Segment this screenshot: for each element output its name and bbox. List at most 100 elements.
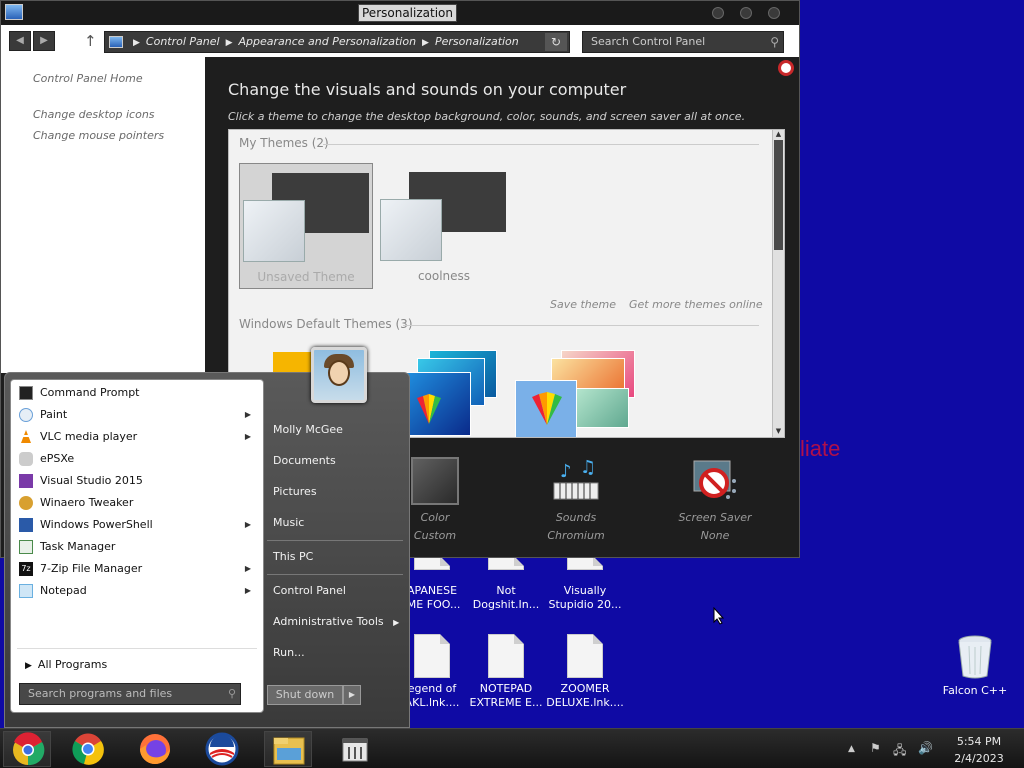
user-avatar[interactable] xyxy=(311,347,367,403)
action-center-flag-icon[interactable]: ⚑ xyxy=(870,741,881,755)
close-help-icon[interactable] xyxy=(778,60,794,76)
start-right-music[interactable]: Music xyxy=(273,516,304,529)
screensaver-setting[interactable]: Screen Saver None xyxy=(655,457,775,545)
control-panel-icon xyxy=(342,738,368,762)
start-right-documents[interactable]: Documents xyxy=(273,454,336,467)
screensaver-value: None xyxy=(700,529,730,542)
breadcrumb-item[interactable]: Appearance and Personalization xyxy=(239,35,417,48)
screensaver-label: Screen Saver xyxy=(678,511,752,524)
taskbar-file-explorer[interactable] xyxy=(264,731,312,767)
get-more-themes-link[interactable]: Get more themes online xyxy=(629,298,763,311)
svg-text:♫: ♫ xyxy=(580,457,596,478)
start-right-run[interactable]: Run... xyxy=(273,646,305,659)
notepad-icon xyxy=(19,584,33,598)
title-bar[interactable]: Personalization xyxy=(1,1,799,25)
theme-coolness[interactable]: coolness xyxy=(377,163,511,289)
minimize-button[interactable] xyxy=(712,7,724,19)
shutdown-options-arrow[interactable]: ▶ xyxy=(343,685,361,705)
start-right-user[interactable]: Molly McGee xyxy=(273,423,343,436)
submenu-arrow-icon: ▶ xyxy=(244,410,251,419)
search-control-panel-input[interactable]: Search Control Panel ⚲ xyxy=(582,31,784,53)
desktop-icon-file[interactable]: ZOOMER DELUXE.lnk.... xyxy=(545,634,625,710)
desktop-icon-file[interactable]: Visually Stupidio 20... xyxy=(545,556,625,612)
file-icon xyxy=(488,556,524,570)
taskbar-start-button[interactable] xyxy=(3,731,51,767)
start-item-winaero-tweaker[interactable]: Winaero Tweaker xyxy=(15,493,259,513)
taskbar-clock[interactable]: 5:54 PM 2/4/2023 xyxy=(946,733,1012,767)
control-panel-icon xyxy=(109,36,123,48)
start-item-visual-studio[interactable]: Visual Studio 2015 xyxy=(15,471,259,491)
forward-button[interactable]: ▶ xyxy=(33,31,55,51)
search-icon[interactable]: ⚲ xyxy=(770,35,779,49)
taskbar-obama[interactable] xyxy=(198,731,246,767)
7zip-icon: 7z xyxy=(19,562,33,576)
start-item-powershell[interactable]: Windows PowerShell ▶ xyxy=(15,515,259,535)
theme-windows-10[interactable] xyxy=(399,348,499,437)
file-icon xyxy=(414,634,450,678)
refresh-icon[interactable]: ↻ xyxy=(545,33,567,51)
change-mouse-pointers-link[interactable]: Change mouse pointers xyxy=(33,129,164,142)
back-button[interactable]: ◀ xyxy=(9,31,31,51)
page-title: Change the visuals and sounds on your co… xyxy=(228,80,627,99)
start-right-administrative-tools[interactable]: Administrative Tools ▶ xyxy=(273,615,399,628)
start-item-task-manager[interactable]: Task Manager xyxy=(15,537,259,557)
theme-flowers[interactable] xyxy=(515,348,645,437)
start-right-pictures[interactable]: Pictures xyxy=(273,485,317,498)
start-item-7zip[interactable]: 7z 7-Zip File Manager ▶ xyxy=(15,559,259,579)
start-item-command-prompt[interactable]: Command Prompt xyxy=(15,383,259,403)
start-item-label: Command Prompt xyxy=(40,386,140,399)
start-item-vlc[interactable]: VLC media player ▶ xyxy=(15,427,259,447)
breadcrumb[interactable]: ▶ Control Panel ▶ Appearance and Personaliz… xyxy=(104,31,570,53)
start-item-epsxe[interactable]: ePSXe xyxy=(15,449,259,469)
volume-icon[interactable]: 🔊 xyxy=(918,741,933,755)
start-item-label: Windows PowerShell xyxy=(40,518,153,531)
powershell-icon xyxy=(19,518,33,532)
start-right-control-panel[interactable]: Control Panel xyxy=(273,584,346,597)
start-item-label: ePSXe xyxy=(40,452,75,465)
breadcrumb-item[interactable]: Control Panel xyxy=(146,35,220,48)
scroll-up-arrow[interactable]: ▲ xyxy=(773,130,784,140)
theme-name: Unsaved Theme xyxy=(257,270,355,284)
all-programs-label: All Programs xyxy=(37,658,108,671)
sounds-icon: ♪ ♫ xyxy=(553,457,599,500)
close-button[interactable] xyxy=(768,7,780,19)
theme-name: coolness xyxy=(417,269,471,283)
all-programs-button[interactable]: ▶ All Programs xyxy=(25,658,107,671)
up-arrow-icon[interactable]: ↑ xyxy=(84,32,97,50)
color-fan-icon xyxy=(532,392,562,425)
scrollbar-thumb[interactable] xyxy=(774,140,783,250)
taskbar-control-panel[interactable] xyxy=(331,731,379,767)
start-item-paint[interactable]: Paint ▶ xyxy=(15,405,259,425)
start-item-notepad[interactable]: Notepad ▶ xyxy=(15,581,259,601)
start-right-label: Administrative Tools xyxy=(273,615,384,628)
taskbar-chrome[interactable] xyxy=(64,731,112,767)
scroll-down-arrow[interactable]: ▼ xyxy=(773,427,784,437)
task-manager-icon xyxy=(19,540,33,554)
submenu-arrow-icon: ▶ xyxy=(244,432,251,441)
desktop-icon-file[interactable]: Not Dogshit.In... xyxy=(466,556,546,612)
search-placeholder: Search Control Panel xyxy=(591,35,706,48)
control-panel-home-link[interactable]: Control Panel Home xyxy=(33,72,143,85)
network-icon[interactable]: 🖧 xyxy=(893,741,906,762)
maximize-button[interactable] xyxy=(740,7,752,19)
shutdown-button[interactable]: Shut down xyxy=(267,685,343,705)
show-hidden-icons[interactable]: ▲ xyxy=(848,744,855,754)
start-right-this-pc[interactable]: This PC xyxy=(273,550,313,563)
taskbar-firefox[interactable] xyxy=(131,731,179,767)
start-item-label: Task Manager xyxy=(40,540,116,553)
sounds-setting[interactable]: ♪ ♫ Sounds Chromium xyxy=(516,457,636,545)
theme-list-scrollbar[interactable]: ▲ ▼ xyxy=(772,130,784,437)
theme-unsaved[interactable]: Unsaved Theme xyxy=(239,163,373,289)
start-menu: Command Prompt Paint ▶ VLC media player … xyxy=(4,347,410,728)
breadcrumb-item[interactable]: Personalization xyxy=(435,35,519,48)
gamepad-icon xyxy=(19,452,33,466)
clock-date: 2/4/2023 xyxy=(954,752,1004,765)
desktop-icon-file[interactable]: NOTEPAD EXTREME E... xyxy=(466,634,546,710)
save-theme-link[interactable]: Save theme xyxy=(550,298,616,311)
search-icon[interactable]: ⚲ xyxy=(228,687,236,700)
start-search-input[interactable]: Search programs and files ⚲ xyxy=(19,683,241,705)
desktop-icon-recycle-bin[interactable]: Falcon C++ xyxy=(935,634,1015,698)
submenu-arrow-icon: ▶ xyxy=(244,586,251,595)
submenu-arrow-icon: ▶ xyxy=(393,618,400,627)
change-desktop-icons-link[interactable]: Change desktop icons xyxy=(33,108,155,121)
